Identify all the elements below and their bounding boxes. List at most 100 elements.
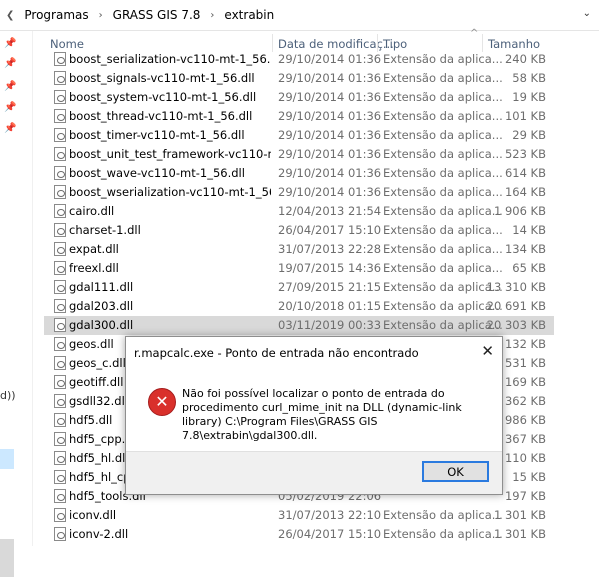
dll-file-icon: [54, 375, 66, 389]
file-name: gdal300.dll: [69, 318, 134, 332]
file-size: 134 KB: [504, 242, 546, 256]
sort-caret-icon: ^: [470, 28, 479, 39]
column-header-type[interactable]: Tipo: [383, 37, 407, 51]
dll-file-icon: [54, 90, 66, 104]
breadcrumb-item-programas[interactable]: Programas: [20, 8, 92, 22]
file-type: Extensão da aplica...: [383, 223, 503, 237]
dll-file-icon: [54, 527, 66, 541]
column-header-size[interactable]: Tamanho: [488, 37, 540, 51]
file-size: 20 691 KB: [486, 299, 546, 313]
column-header-name[interactable]: Nome: [50, 37, 84, 51]
table-row[interactable]: boost_unit_test_framework-vc110-mt-1_5..…: [44, 145, 554, 164]
file-size: 65 KB: [512, 261, 546, 275]
chevron-left-icon: ❮: [6, 9, 15, 21]
file-type: Extensão da aplica...: [383, 299, 503, 313]
file-type: Extensão da aplica...: [383, 90, 503, 104]
file-date: 29/10/2014 01:36: [278, 52, 382, 66]
file-size: 15 KB: [512, 470, 546, 484]
breadcrumb-item-grass[interactable]: GRASS GIS 7.8: [109, 8, 205, 22]
file-size: 614 KB: [504, 166, 546, 180]
table-row[interactable]: freexl.dll 19/07/2015 14:36 Extensão da ap…: [44, 259, 554, 278]
table-row[interactable]: boost_serialization-vc110-mt-1_56.dll 29/…: [44, 50, 554, 69]
file-date: 20/10/2018 01:15: [278, 299, 382, 313]
table-row[interactable]: charset-1.dll 26/04/2017 15:10 Extensão da…: [44, 221, 554, 240]
file-date: 19/07/2015 14:36: [278, 261, 382, 275]
dll-file-icon: [54, 223, 66, 237]
table-row[interactable]: boost_signals-vc110-mt-1_56.dll 29/10/201…: [44, 69, 554, 88]
file-size: 523 KB: [504, 147, 546, 161]
file-name: boost_wave-vc110-mt-1_56.dll: [69, 166, 245, 180]
breadcrumb-item-extrabin[interactable]: extrabin: [220, 8, 278, 22]
dll-file-icon: [54, 242, 66, 256]
file-name: boost_thread-vc110-mt-1_56.dll: [69, 109, 253, 123]
dll-file-icon: [54, 52, 66, 66]
dll-file-icon: [54, 128, 66, 142]
nav-item[interactable]: [0, 539, 14, 577]
file-type: Extensão da aplica...: [383, 242, 503, 256]
file-size: 169 KB: [504, 375, 546, 389]
file-name: cairo.dll: [69, 204, 115, 218]
table-row[interactable]: boost_system-vc110-mt-1_56.dll 29/10/2014…: [44, 88, 554, 107]
ok-button[interactable]: OK: [422, 461, 489, 482]
pin-icon[interactable]: 📌: [4, 123, 16, 134]
chevron-down-icon[interactable]: ⌄: [583, 8, 591, 19]
table-row[interactable]: boost_timer-vc110-mt-1_56.dll 29/10/2014 …: [44, 126, 554, 145]
file-size: 19 KB: [512, 90, 546, 104]
table-row[interactable]: iconv.dll 31/07/2013 22:10 Extensão da apl…: [44, 506, 554, 525]
nav-item-label[interactable]: d)): [0, 389, 16, 402]
file-date: 27/09/2015 21:15: [278, 280, 382, 294]
file-name: iconv-2.dll: [69, 527, 129, 541]
file-size: 367 KB: [504, 432, 546, 446]
file-size: 110 KB: [504, 451, 546, 465]
file-date: 29/10/2014 01:36: [278, 109, 382, 123]
close-icon[interactable]: ✕: [481, 342, 494, 360]
nav-item-selected[interactable]: [0, 449, 14, 469]
dll-file-icon: [54, 508, 66, 522]
file-name: iconv.dll: [69, 508, 117, 522]
file-date: 31/07/2013 22:28: [278, 242, 382, 256]
dll-file-icon: [54, 318, 66, 332]
file-type: Extensão da aplica...: [383, 261, 503, 275]
file-date: 12/04/2013 21:54: [278, 204, 382, 218]
file-size: 1 301 KB: [493, 508, 546, 522]
dialog-message: Não foi possível localizar o ponto de en…: [182, 387, 462, 442]
pin-icon[interactable]: 📌: [4, 38, 16, 49]
file-date: 29/10/2014 01:36: [278, 71, 382, 85]
file-size: 1 301 KB: [493, 527, 546, 541]
table-row[interactable]: expat.dll 31/07/2013 22:28 Extensão da apl…: [44, 240, 554, 259]
file-type: Extensão da aplica...: [383, 147, 503, 161]
file-type: Extensão da aplica...: [383, 280, 503, 294]
file-name: freexl.dll: [69, 261, 119, 275]
file-name: boost_signals-vc110-mt-1_56.dll: [69, 71, 255, 85]
table-row[interactable]: boost_wserialization-vc110-mt-1_56.dll 29…: [44, 183, 554, 202]
file-name: charset-1.dll: [69, 223, 141, 237]
dll-file-icon: [54, 261, 66, 275]
dll-file-icon: [54, 280, 66, 294]
chevron-right-icon: ›: [210, 9, 215, 21]
file-type: Extensão da aplica...: [383, 166, 503, 180]
pin-icon[interactable]: 📌: [4, 102, 16, 113]
file-size: 240 KB: [504, 52, 546, 66]
dll-file-icon: [54, 71, 66, 85]
table-row[interactable]: gdal300.dll 03/11/2019 00:33 Extensão da a…: [44, 316, 554, 335]
table-row[interactable]: boost_thread-vc110-mt-1_56.dll 29/10/2014…: [44, 107, 554, 126]
file-size: 164 KB: [504, 185, 546, 199]
file-date: 03/11/2019 00:33: [278, 318, 382, 332]
table-row[interactable]: cairo.dll 12/04/2013 21:54 Extensão da apl…: [44, 202, 554, 221]
file-name: gdal111.dll: [69, 280, 134, 294]
dialog-footer: OK: [126, 451, 502, 494]
pin-icon[interactable]: 📌: [4, 58, 16, 69]
dll-file-icon: [54, 394, 66, 408]
breadcrumb: ❮ Programas › GRASS GIS 7.8 › extrabin ⌄: [0, 0, 599, 31]
dll-file-icon: [54, 337, 66, 351]
dll-file-icon: [54, 185, 66, 199]
table-row[interactable]: gdal203.dll 20/10/2018 01:15 Extensão da a…: [44, 297, 554, 316]
table-row[interactable]: boost_wave-vc110-mt-1_56.dll 29/10/2014 0…: [44, 164, 554, 183]
pin-icon[interactable]: 📌: [4, 81, 16, 92]
table-row[interactable]: iconv-2.dll 26/04/2017 15:10 Extensão da a…: [44, 525, 554, 544]
file-name: expat.dll: [69, 242, 119, 256]
file-size: 58 KB: [512, 71, 546, 85]
table-row[interactable]: gdal111.dll 27/09/2015 21:15 Extensão da a…: [44, 278, 554, 297]
file-size: 531 KB: [504, 356, 546, 370]
chevron-right-icon: ›: [98, 9, 103, 21]
